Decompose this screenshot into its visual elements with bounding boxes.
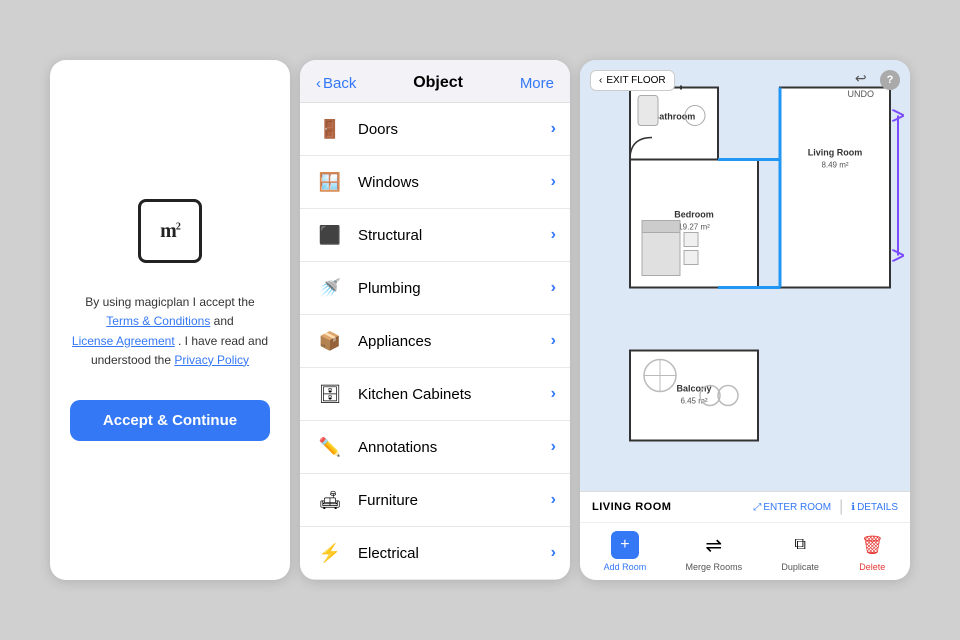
windows-icon: 🪟 xyxy=(314,166,346,198)
info-icon: ℹ xyxy=(851,502,855,513)
object-item-windows[interactable]: 🪟 Windows› xyxy=(300,156,570,209)
terms-conditions-link[interactable]: Terms & Conditions xyxy=(106,314,210,328)
object-header: ‹ Back Object More xyxy=(300,60,570,103)
privacy-policy-link[interactable]: Privacy Policy xyxy=(174,353,249,367)
svg-text:Bathroom: Bathroom xyxy=(653,112,696,122)
delete-button[interactable]: 🗑 Delete xyxy=(858,531,886,572)
svg-text:8.49 m²: 8.49 m² xyxy=(821,161,848,170)
license-agreement-link[interactable]: License Agreement xyxy=(72,334,175,348)
room-actions: ⤢ ENTER ROOM | ℹ DETAILS xyxy=(753,498,898,516)
electrical-label: Electrical xyxy=(358,545,551,562)
enter-room-button[interactable]: ⤢ ENTER ROOM xyxy=(753,502,831,513)
login-panel: m2 By using magicplan I accept the Terms… xyxy=(50,60,290,580)
add-room-icon: + xyxy=(611,531,639,559)
annotations-icon: ✏️ xyxy=(314,431,346,463)
plumbing-icon: 🚿 xyxy=(314,272,346,304)
kitchen-cabinets-label: Kitchen Cabinets xyxy=(358,386,551,403)
appliances-icon: 📦 xyxy=(314,325,346,357)
floorplan-bottom-bar: LIVING ROOM ⤢ ENTER ROOM | ℹ DETAILS + xyxy=(580,491,910,580)
help-button[interactable]: ? xyxy=(880,70,900,90)
logo-symbol: m2 xyxy=(160,220,180,243)
kitchen-cabinets-icon: 🗄 xyxy=(314,378,346,410)
object-item-kitchen-cabinets[interactable]: 🗄 Kitchen Cabinets› xyxy=(300,368,570,421)
furniture-chevron: › xyxy=(551,491,556,509)
furniture-icon: 🛋 xyxy=(314,484,346,516)
windows-label: Windows xyxy=(358,174,551,191)
more-button[interactable]: More xyxy=(520,75,554,92)
svg-text:Living Room: Living Room xyxy=(808,148,863,158)
details-button[interactable]: ℹ DETAILS xyxy=(851,502,898,513)
toolbar: + Add Room ⇌ Merge Rooms ⧉ Duplicate 🗑 D… xyxy=(580,523,910,580)
room-label-bar: LIVING ROOM ⤢ ENTER ROOM | ℹ DETAILS xyxy=(580,492,910,523)
object-title: Object xyxy=(413,74,463,92)
enter-room-icon: ⤢ xyxy=(753,502,761,513)
floorplan-svg: Bathroom Bedroom 19.27 m² Living Room 8.… xyxy=(580,60,910,491)
undo-button[interactable]: ↩ UNDO xyxy=(848,70,875,99)
object-item-electrical[interactable]: ⚡ Electrical› xyxy=(300,527,570,580)
structural-chevron: › xyxy=(551,226,556,244)
structural-icon: ⬛ xyxy=(314,219,346,251)
doors-chevron: › xyxy=(551,120,556,138)
object-item-annotations[interactable]: ✏️ Annotations› xyxy=(300,421,570,474)
doors-icon: 🚪 xyxy=(314,113,346,145)
annotations-label: Annotations xyxy=(358,439,551,456)
duplicate-icon: ⧉ xyxy=(786,531,814,559)
merge-icon: ⇌ xyxy=(700,531,728,559)
appliances-label: Appliances xyxy=(358,333,551,350)
svg-text:Bedroom: Bedroom xyxy=(674,210,714,220)
exit-floor-button[interactable]: ‹ EXIT FLOOR xyxy=(590,70,675,91)
plumbing-chevron: › xyxy=(551,279,556,297)
add-room-button[interactable]: + Add Room xyxy=(604,531,647,572)
screen-container: m2 By using magicplan I accept the Terms… xyxy=(0,0,960,640)
object-item-furniture[interactable]: 🛋 Furniture› xyxy=(300,474,570,527)
appliances-chevron: › xyxy=(551,332,556,350)
electrical-icon: ⚡ xyxy=(314,537,346,569)
annotations-chevron: › xyxy=(551,438,556,456)
duplicate-button[interactable]: ⧉ Duplicate xyxy=(781,531,819,572)
terms-text: By using magicplan I accept the Terms & … xyxy=(72,293,268,370)
windows-chevron: › xyxy=(551,173,556,191)
app-logo: m2 xyxy=(138,199,202,263)
chevron-left-icon: ‹ xyxy=(316,75,321,92)
structural-label: Structural xyxy=(358,227,551,244)
undo-icon: ↩ xyxy=(855,70,867,87)
object-panel: ‹ Back Object More 🚪Doors›🪟Windows›⬛Stru… xyxy=(300,60,570,580)
delete-icon: 🗑 xyxy=(858,531,886,559)
object-item-doors[interactable]: 🚪 Doors› xyxy=(300,103,570,156)
object-item-plumbing[interactable]: 🚿 Plumbing› xyxy=(300,262,570,315)
accept-continue-button[interactable]: Accept & Continue xyxy=(70,400,270,441)
floorplan-map: Bathroom Bedroom 19.27 m² Living Room 8.… xyxy=(580,60,910,491)
svg-text:Balcony: Balcony xyxy=(676,384,711,394)
doors-label: Doors xyxy=(358,121,551,138)
object-item-structural[interactable]: ⬛ Structural› xyxy=(300,209,570,262)
electrical-chevron: › xyxy=(551,544,556,562)
svg-text:19.27 m²: 19.27 m² xyxy=(678,223,710,232)
floorplan-panel: Bathroom Bedroom 19.27 m² Living Room 8.… xyxy=(580,60,910,580)
furniture-label: Furniture xyxy=(358,492,551,509)
current-room-name: LIVING ROOM xyxy=(592,501,671,513)
back-button[interactable]: ‹ Back xyxy=(316,75,356,92)
object-list: 🚪Doors›🪟Windows›⬛Structural›🚿Plumbing›📦A… xyxy=(300,103,570,580)
kitchen-cabinets-chevron: › xyxy=(551,385,556,403)
object-item-appliances[interactable]: 📦 Appliances› xyxy=(300,315,570,368)
plumbing-label: Plumbing xyxy=(358,280,551,297)
chevron-left-icon: ‹ xyxy=(599,75,602,86)
merge-rooms-button[interactable]: ⇌ Merge Rooms xyxy=(686,531,743,572)
